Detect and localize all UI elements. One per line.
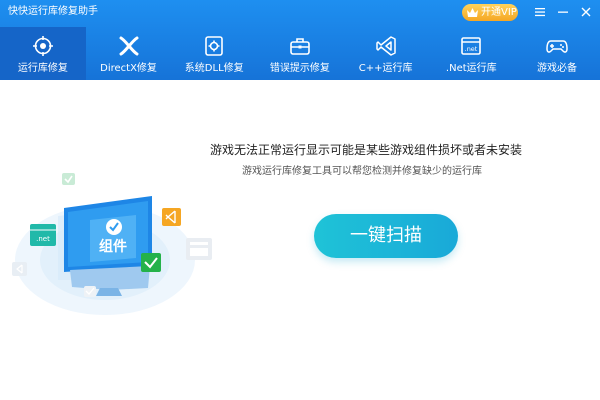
visual-studio-icon [375,35,397,57]
window-badge-icon [186,238,212,260]
toolbox-icon [289,35,311,57]
tab-label: 系统DLL修复 [184,63,244,74]
tab-error-prompt-repair[interactable]: 错误提示修复 [257,27,343,80]
close-button[interactable] [578,4,594,20]
tab-directx-repair[interactable]: DirectX修复 [86,27,172,80]
tab-label: .Net运行库 [445,63,497,74]
tab-runtime-repair[interactable]: 运行库修复 [0,27,86,80]
tab-game-essentials[interactable]: 游戏必备 [514,27,600,80]
green-check-badge-icon [141,253,161,272]
message-title: 游戏无法正常运行显示可能是某些游戏组件损坏或者未安装 [210,143,523,157]
vip-label: 开通VIP [481,7,517,18]
dotnet-badge-icon: .net [30,224,56,246]
minimize-button[interactable] [555,4,571,20]
main-panel: 组件 .net 游戏无法正常运行显示可能是某些游戏组件损坏或者未安装 游戏运行库… [0,80,600,400]
vip-button[interactable]: 开通VIP [462,4,518,21]
check-badge-icon [62,173,75,185]
one-click-scan-button[interactable]: 一键扫描 [314,214,458,258]
close-icon [581,7,591,17]
menu-button[interactable] [532,4,548,20]
svg-text:.net: .net [465,45,478,53]
menu-icon [535,8,545,17]
monitor-label: 组件 [99,238,127,255]
tab-label: 游戏必备 [536,63,577,74]
minimize-icon [558,11,568,13]
crown-icon [467,8,478,17]
directx-icon [118,35,140,57]
net-badge-label: .net [36,235,50,243]
tab-cpp-runtime[interactable]: C++运行库 [343,27,429,80]
tab-label: DirectX修复 [100,63,157,74]
visual-studio-badge-icon [162,208,181,226]
monitor-icon: 组件 [64,196,152,296]
faded-check-badge-icon [84,286,96,297]
component-illustration: 组件 .net [12,173,212,315]
title-bar: 快快运行库修复助手 开通VIP 运行库修复 DirectX修复 系统DLL修复 … [0,0,600,80]
tab-label: 错误提示修复 [269,63,330,74]
dotnet-icon: .net [460,35,482,57]
dll-gear-icon [203,35,225,57]
gamepad-icon [546,35,568,57]
tab-label: 运行库修复 [17,63,68,74]
faded-vs-badge-icon [12,262,27,276]
target-icon [32,35,54,57]
tab-system-dll-repair[interactable]: 系统DLL修复 [171,27,257,80]
tab-dotnet-runtime[interactable]: .net .Net运行库 [428,27,514,80]
message-subtitle: 游戏运行库修复工具可以帮您检测并修复缺少的运行库 [242,166,482,177]
app-title: 快快运行库修复助手 [8,6,98,17]
tab-label: C++运行库 [358,63,413,74]
main-nav: 运行库修复 DirectX修复 系统DLL修复 错误提示修复 C++运行库 .n… [0,27,600,80]
